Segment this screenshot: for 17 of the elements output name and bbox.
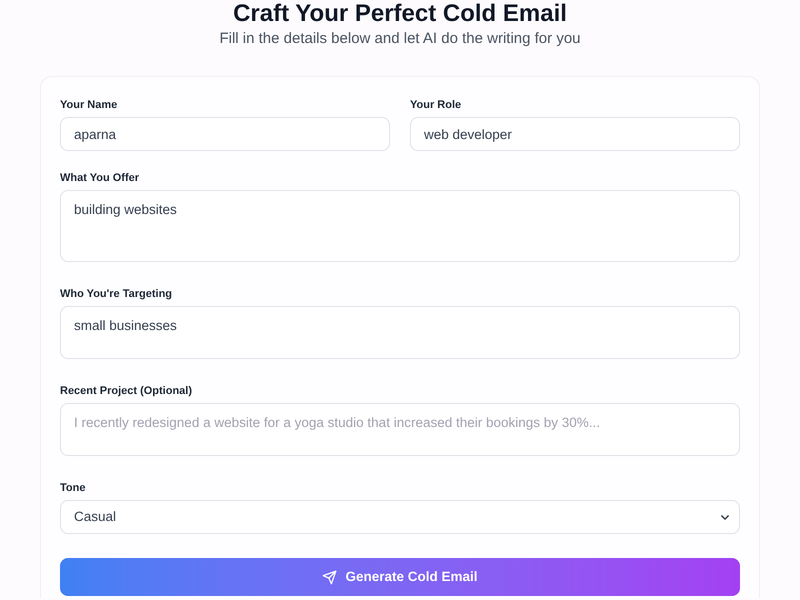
field-label: Tone	[60, 481, 86, 496]
text-area-field[interactable]: small businesses	[60, 306, 740, 359]
generate-email-button[interactable]: Generate Cold Email	[60, 558, 740, 596]
field-label: Who You're Targeting	[60, 287, 172, 302]
field-label: Your Name	[60, 98, 118, 113]
field-label: What You Offer	[60, 171, 140, 186]
field-label: Your Role	[410, 98, 462, 113]
tone-dropdown[interactable]: Casual	[60, 500, 740, 534]
page-title: Craft Your Perfect Cold Email	[233, 1, 567, 27]
chevron-down-icon	[721, 515, 729, 520]
page-subtitle: Fill in the details below and let AI do the writing for you	[219, 29, 581, 49]
text-area-field[interactable]: building websites	[60, 190, 740, 262]
send-icon	[322, 570, 338, 584]
text-input-field[interactable]: aparna	[60, 117, 390, 151]
text-input-field[interactable]: web developer	[410, 117, 740, 151]
field-label: Recent Project (Optional)	[60, 384, 192, 399]
text-area-field[interactable]: I recently redesigned a website for a yoga studio that increased their bookings by 30%...	[60, 403, 740, 456]
